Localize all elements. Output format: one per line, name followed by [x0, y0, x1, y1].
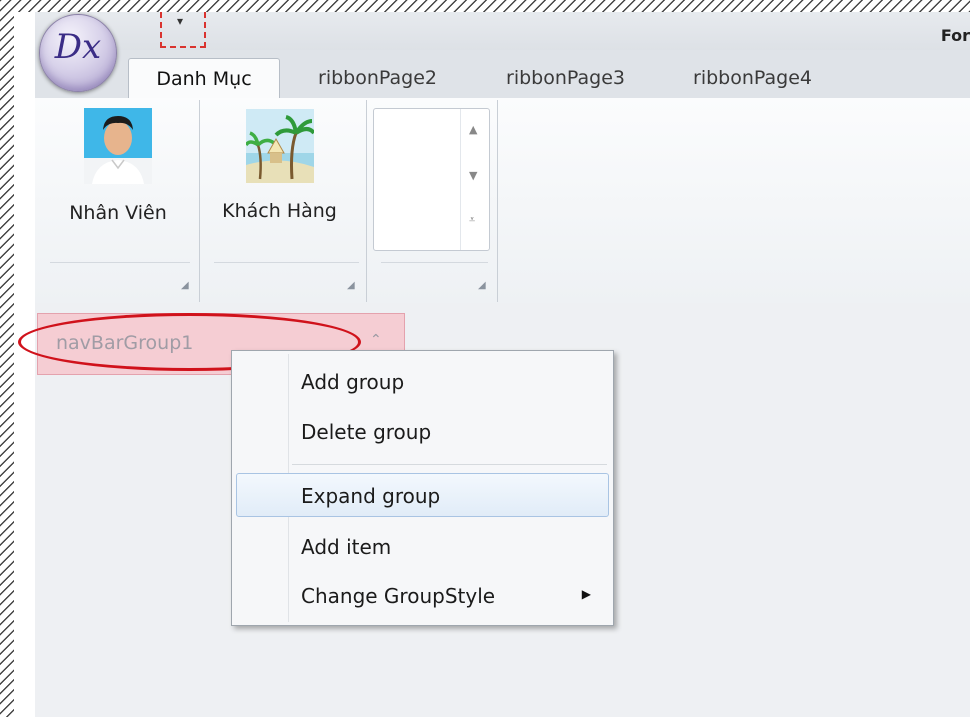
quick-access-toolbar[interactable]: ▾: [160, 12, 206, 48]
gallery-expand-icon[interactable]: ⩡: [469, 213, 475, 227]
dialog-launcher-icon[interactable]: ◢: [478, 280, 486, 291]
dialog-launcher-icon[interactable]: ◢: [347, 280, 355, 291]
menu-item-delete-group[interactable]: Delete group: [236, 409, 609, 453]
group-caption-bar: [214, 262, 359, 263]
khach-hang-button[interactable]: Khách Hàng: [212, 104, 347, 254]
menu-item-add-group[interactable]: Add group: [236, 359, 609, 403]
employee-photo-icon: [84, 108, 152, 184]
button-label: Nhân Viên: [69, 202, 167, 224]
nhan-vien-button[interactable]: Nhân Viên: [48, 104, 188, 254]
application-button[interactable]: Dx: [39, 14, 117, 92]
menu-item-label: Add item: [301, 535, 392, 559]
menu-item-label: Expand group: [301, 484, 441, 508]
gallery-scroll-up-icon[interactable]: ▲: [469, 123, 477, 136]
tab-danh-muc[interactable]: Danh Mục: [128, 58, 280, 99]
tab-label: ribbonPage2: [318, 67, 437, 89]
menu-item-add-item[interactable]: Add item: [236, 524, 609, 568]
tab-ribbonpage2[interactable]: ribbonPage2: [290, 58, 465, 98]
submenu-arrow-icon: ▶: [581, 587, 591, 601]
group-separator: [199, 100, 200, 302]
tab-ribbonpage3[interactable]: ribbonPage3: [478, 58, 653, 98]
app-logo: Dx: [54, 27, 102, 67]
group-separator: [366, 100, 367, 302]
context-menu: Add group Delete group Expand group Add …: [231, 350, 614, 626]
menu-item-label: Change GroupStyle: [301, 584, 496, 608]
group-caption-bar: [381, 262, 488, 263]
tab-ribbonpage4[interactable]: ribbonPage4: [665, 58, 840, 98]
group-caption-bar: [50, 262, 190, 263]
menu-item-label: Add group: [301, 370, 405, 394]
designer-hatch-left: [0, 0, 14, 717]
ribbon-gallery[interactable]: ▲ ▼ ⩡: [373, 108, 490, 251]
menu-item-change-groupstyle[interactable]: Change GroupStyle ▶: [236, 573, 609, 617]
designer-hatch-top: [0, 0, 970, 12]
menu-item-label: Delete group: [301, 420, 432, 444]
tab-label: ribbonPage4: [693, 67, 812, 89]
window-title: For: [940, 26, 970, 45]
menu-item-expand-group[interactable]: Expand group: [236, 473, 609, 517]
tab-label: Danh Mục: [156, 68, 252, 90]
group-separator: [497, 100, 498, 302]
tab-label: ribbonPage3: [506, 67, 625, 89]
gallery-scrollbar[interactable]: ▲ ▼ ⩡: [460, 109, 489, 250]
button-label: Khách Hàng: [222, 200, 337, 222]
chevron-up-icon[interactable]: ⌃: [370, 332, 382, 348]
dialog-launcher-icon[interactable]: ◢: [181, 280, 189, 291]
gallery-scroll-down-icon[interactable]: ▼: [469, 169, 477, 182]
menu-separator: [292, 464, 607, 465]
customer-beach-icon: [244, 109, 316, 183]
qat-customize-icon[interactable]: ▾: [177, 14, 183, 28]
